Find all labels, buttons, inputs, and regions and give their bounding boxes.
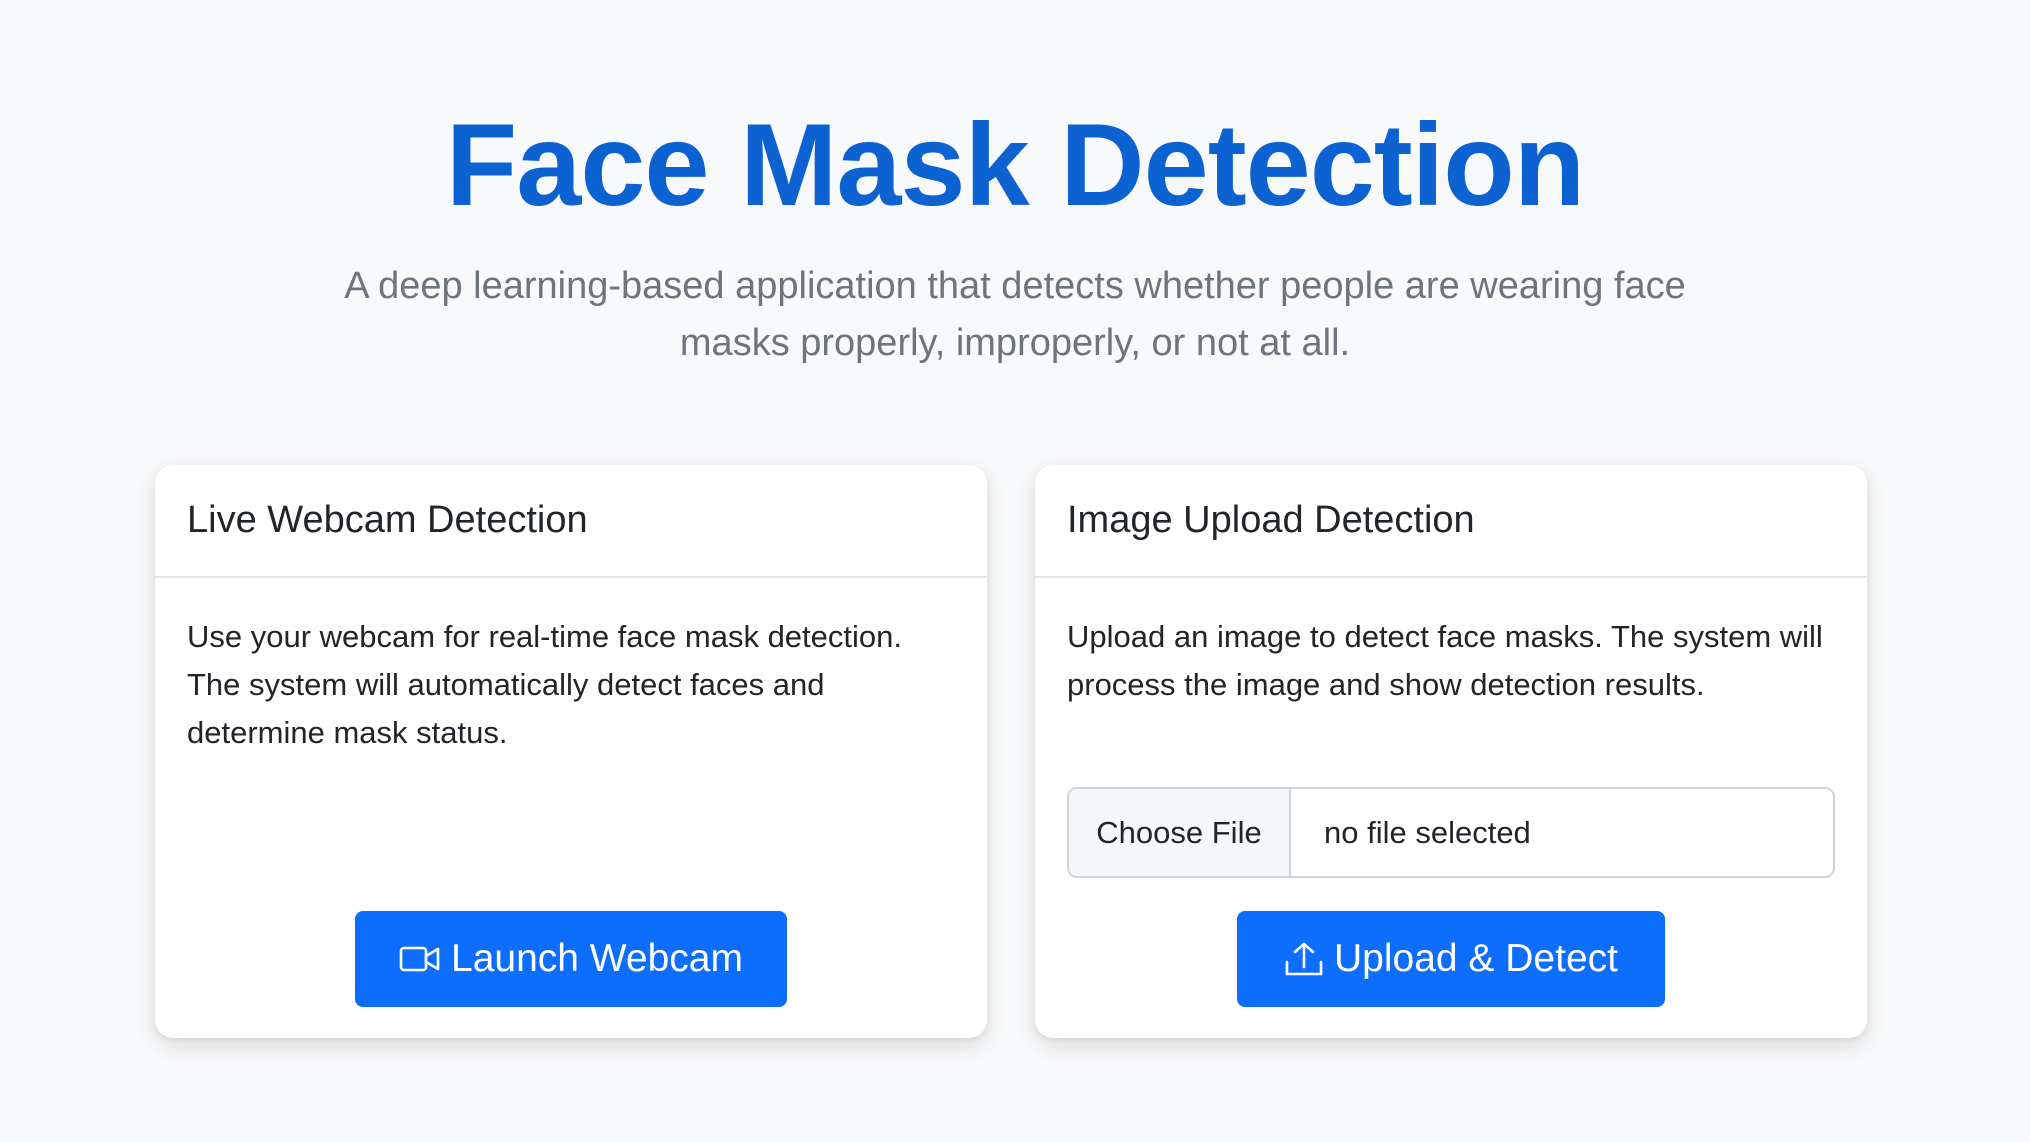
page-title: Face Mask Detection bbox=[445, 99, 1585, 230]
webcam-card-header: Live Webcam Detection bbox=[155, 465, 987, 578]
upload-icon bbox=[1284, 941, 1324, 977]
upload-detect-label: Upload & Detect bbox=[1334, 937, 1618, 980]
file-input[interactable]: Choose File no file selected bbox=[1067, 787, 1835, 878]
upload-card-title: Image Upload Detection bbox=[1067, 499, 1475, 541]
webcam-card-title: Live Webcam Detection bbox=[187, 499, 588, 541]
upload-card-description: Upload an image to detect face masks. Th… bbox=[1067, 619, 1823, 702]
video-camera-icon bbox=[399, 944, 441, 974]
choose-file-button[interactable]: Choose File bbox=[1069, 789, 1291, 876]
launch-webcam-button[interactable]: Launch Webcam bbox=[355, 911, 787, 1007]
webcam-card-description: Use your webcam for real-time face mask … bbox=[187, 619, 902, 750]
launch-webcam-label: Launch Webcam bbox=[451, 937, 743, 980]
file-status-text: no file selected bbox=[1324, 814, 1531, 850]
webcam-card: Live Webcam Detection Use your webcam fo… bbox=[155, 465, 987, 1038]
page-subtitle: A deep learning-based application that d… bbox=[344, 265, 1686, 364]
upload-detect-button[interactable]: Upload & Detect bbox=[1237, 911, 1665, 1007]
upload-card-header: Image Upload Detection bbox=[1035, 465, 1867, 578]
upload-card: Image Upload Detection Upload an image t… bbox=[1035, 465, 1867, 1038]
